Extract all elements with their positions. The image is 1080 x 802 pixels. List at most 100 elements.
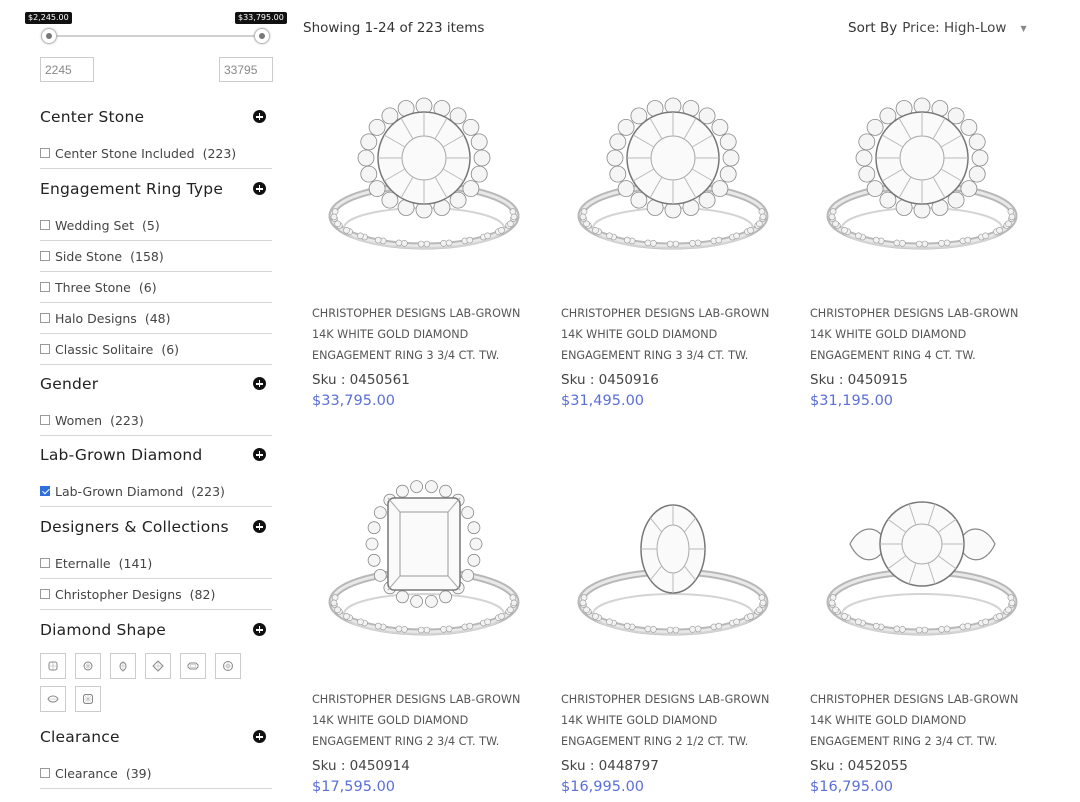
filter-title: Center Stone bbox=[40, 108, 145, 126]
filter-option[interactable]: Lab-Grown Diamond (223) bbox=[40, 476, 272, 507]
checkbox[interactable] bbox=[40, 344, 50, 354]
product-name[interactable]: Christopher Designs Lab-Grown 14K White … bbox=[561, 689, 791, 752]
product-sku: Sku : 0450916 bbox=[561, 372, 659, 388]
checkbox[interactable] bbox=[40, 220, 50, 230]
plus-icon[interactable] bbox=[253, 377, 266, 390]
option-label: Women bbox=[55, 412, 103, 428]
filter-title: Lab-Grown Diamond bbox=[40, 446, 203, 464]
price-max-tooltip: $33,795.00 bbox=[235, 12, 287, 24]
option-label: Clearance bbox=[55, 765, 118, 781]
filter-option[interactable]: Classic Solitaire (6) bbox=[40, 334, 272, 365]
option-count: (5) bbox=[142, 217, 160, 233]
sort-dropdown[interactable]: Sort By Price: High-Low ▼ bbox=[848, 20, 1027, 36]
ring-image[interactable] bbox=[571, 474, 776, 659]
product-sku: Sku : 0450914 bbox=[312, 758, 410, 774]
product-card[interactable]: Christopher Designs Lab-Grown 14K White … bbox=[810, 474, 1040, 802]
product-card[interactable]: Christopher Designs Lab-Grown 14K White … bbox=[561, 474, 791, 802]
filter-option[interactable]: Wedding Set (5) bbox=[40, 210, 272, 241]
checkbox[interactable] bbox=[40, 768, 50, 778]
filter-option[interactable]: Halo Designs (48) bbox=[40, 303, 272, 334]
oval-shape-icon[interactable] bbox=[215, 653, 241, 679]
filter-title: Diamond Shape bbox=[40, 621, 167, 639]
results-count: Showing 1-24 of 223 items bbox=[303, 20, 485, 36]
checkbox[interactable] bbox=[40, 589, 50, 599]
filter-option[interactable]: Center Stone Included (223) bbox=[40, 138, 272, 169]
emerald-shape-icon[interactable] bbox=[180, 653, 206, 679]
checkbox[interactable] bbox=[40, 313, 50, 323]
princess-shape-icon[interactable] bbox=[145, 653, 171, 679]
option-label: Classic Solitaire bbox=[55, 341, 154, 357]
option-label: Eternalle bbox=[55, 555, 111, 571]
marquise-shape-icon[interactable] bbox=[40, 686, 66, 712]
ring-image[interactable] bbox=[820, 474, 1025, 659]
plus-icon[interactable] bbox=[253, 448, 266, 461]
price-min-tooltip: $2,245.00 bbox=[25, 12, 72, 24]
filter-title: Designers & Collections bbox=[40, 518, 229, 536]
product-card[interactable]: Christopher Designs Lab-Grown 14K White … bbox=[312, 88, 542, 418]
option-label: Lab-Grown Diamond bbox=[55, 483, 184, 499]
caret-down-icon: ▼ bbox=[1020, 23, 1027, 33]
product-sku: Sku : 0452055 bbox=[810, 758, 908, 774]
ring-image[interactable] bbox=[322, 88, 527, 273]
plus-icon[interactable] bbox=[253, 110, 266, 123]
filter-option[interactable]: Christopher Designs (82) bbox=[40, 579, 272, 610]
sort-label: Sort By bbox=[848, 20, 898, 36]
filter-option[interactable]: Clearance (39) bbox=[40, 758, 272, 789]
sort-value: Price: High-Low bbox=[902, 20, 1007, 36]
checkbox[interactable] bbox=[40, 415, 50, 425]
option-count: (223) bbox=[110, 412, 144, 428]
price-max-input[interactable] bbox=[219, 57, 273, 82]
round-shape-icon[interactable] bbox=[75, 653, 101, 679]
product-name[interactable]: Christopher Designs Lab-Grown 14K White … bbox=[312, 303, 542, 366]
product-price: $33,795.00 bbox=[312, 393, 396, 409]
product-name[interactable]: Christopher Designs Lab-Grown 14K White … bbox=[810, 689, 1040, 752]
option-count: (141) bbox=[118, 555, 153, 571]
slider-max-handle[interactable] bbox=[254, 28, 270, 44]
slider-track[interactable] bbox=[48, 35, 262, 37]
slider-min-handle[interactable] bbox=[41, 28, 57, 44]
product-card[interactable]: Christopher Designs Lab-Grown 14K White … bbox=[312, 474, 542, 802]
ring-image[interactable] bbox=[322, 474, 527, 659]
product-price: $16,995.00 bbox=[561, 779, 645, 795]
checkbox[interactable] bbox=[40, 282, 50, 292]
ring-image[interactable] bbox=[571, 88, 776, 273]
plus-icon[interactable] bbox=[253, 623, 266, 636]
plus-icon[interactable] bbox=[253, 520, 266, 533]
product-sku: Sku : 0450915 bbox=[810, 372, 908, 388]
checkbox[interactable] bbox=[40, 148, 50, 158]
checkbox[interactable] bbox=[40, 251, 50, 261]
filter-option[interactable]: Three Stone (6) bbox=[40, 272, 272, 303]
option-label: Wedding Set bbox=[55, 217, 135, 233]
filter-title: Engagement Ring Type bbox=[40, 180, 224, 198]
filter-option[interactable]: Side Stone (158) bbox=[40, 241, 272, 272]
option-count: (48) bbox=[144, 310, 171, 326]
product-price: $31,195.00 bbox=[810, 393, 894, 409]
filter-title: Clearance bbox=[40, 728, 120, 746]
filter-title: Gender bbox=[40, 375, 99, 393]
plus-icon[interactable] bbox=[253, 730, 266, 743]
filter-sidebar: $2,245.00 $33,795.00 Center Stone Center… bbox=[0, 0, 290, 802]
product-name[interactable]: Christopher Designs Lab-Grown 14K White … bbox=[561, 303, 791, 366]
product-name[interactable]: Christopher Designs Lab-Grown 14K White … bbox=[810, 303, 1040, 366]
option-count: (39) bbox=[125, 765, 152, 781]
pear-shape-icon[interactable] bbox=[110, 653, 136, 679]
checkbox[interactable] bbox=[40, 558, 50, 568]
ring-image[interactable] bbox=[820, 88, 1025, 273]
option-count: (223) bbox=[191, 483, 225, 499]
option-label: Center Stone Included bbox=[55, 145, 195, 161]
option-label: Side Stone bbox=[55, 248, 123, 264]
plus-icon[interactable] bbox=[253, 182, 266, 195]
option-count: (158) bbox=[130, 248, 164, 264]
checkbox-checked[interactable] bbox=[40, 486, 50, 496]
product-price: $16,795.00 bbox=[810, 779, 894, 795]
radiant-shape-icon[interactable] bbox=[75, 686, 101, 712]
product-card[interactable]: Christopher Designs Lab-Grown 14K White … bbox=[810, 88, 1040, 418]
product-name[interactable]: Christopher Designs Lab-Grown 14K White … bbox=[312, 689, 542, 752]
product-card[interactable]: Christopher Designs Lab-Grown 14K White … bbox=[561, 88, 791, 418]
product-sku: Sku : 0450561 bbox=[312, 372, 410, 388]
filter-option[interactable]: Women (223) bbox=[40, 405, 272, 436]
cushion-shape-icon[interactable] bbox=[40, 653, 66, 679]
price-min-input[interactable] bbox=[40, 57, 94, 82]
filter-option[interactable]: Eternalle (141) bbox=[40, 548, 272, 579]
option-label: Christopher Designs bbox=[55, 586, 182, 602]
